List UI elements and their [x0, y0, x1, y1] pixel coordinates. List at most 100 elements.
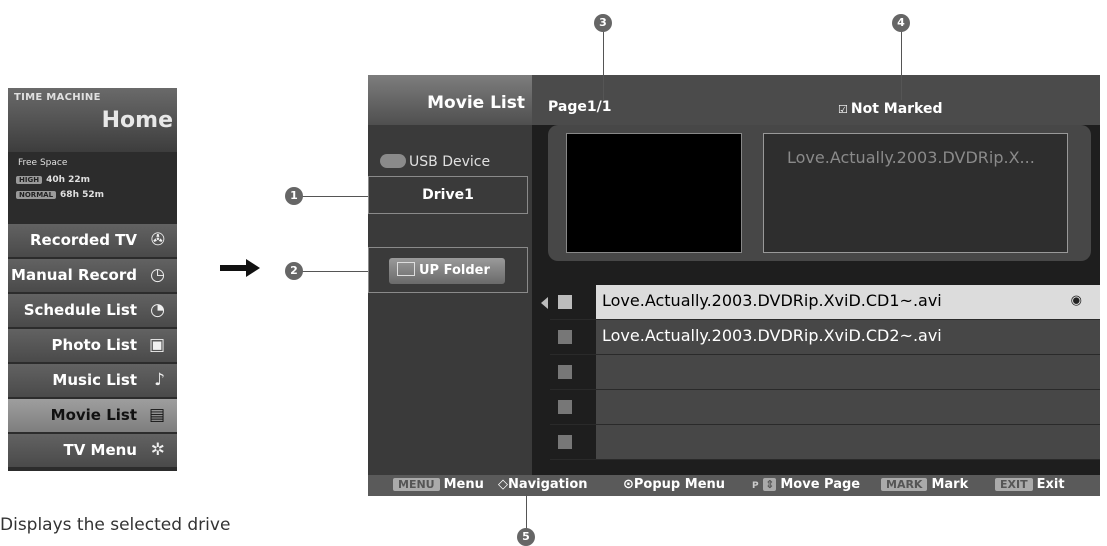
folder-up-icon [397, 262, 415, 276]
file-info-box: Love.Actually.2003.DVDRip.X... [763, 133, 1068, 253]
menu-item-manual-record[interactable]: Manual Record ◷ [8, 258, 177, 292]
selected-radio-icon: ◉ [1070, 293, 1082, 308]
mark-label: Mark [931, 477, 969, 492]
checkbox[interactable] [558, 295, 572, 309]
checkbox[interactable] [558, 365, 572, 379]
checkbox[interactable] [558, 435, 572, 449]
up-folder-area: UP Folder [368, 247, 528, 293]
page-indicator: Page1/1 [548, 99, 612, 115]
footer-navigation: ◇Navigation [498, 477, 588, 492]
movie-icon: ▤ [148, 405, 165, 425]
movie-list-title: Movie List [427, 93, 525, 113]
footer-move-page[interactable]: P ⇕ Move Page [752, 477, 860, 492]
menu-item-schedule-list[interactable]: Schedule List ◔ [8, 293, 177, 327]
free-space-normal: NORMAL 68h 52m [16, 190, 104, 200]
menu-item-label: Movie List [50, 406, 137, 424]
navigation-label: Navigation [508, 477, 588, 492]
callout-3: 3 [594, 14, 612, 32]
callout-5: 5 [517, 528, 535, 546]
callout-line [603, 30, 604, 100]
up-folder-button[interactable]: UP Folder [389, 258, 505, 284]
move-page-label: Move Page [780, 477, 861, 492]
right-arrow-icon [220, 259, 260, 277]
drive-selector[interactable]: Drive1 [368, 176, 528, 214]
usb-icon [380, 154, 406, 168]
mark-key: MARK [881, 478, 928, 491]
footer-menu[interactable]: MENU Menu [393, 477, 484, 492]
preview-panel: Love.Actually.2003.DVDRip.X... [548, 125, 1091, 261]
callout-line [901, 30, 902, 100]
content-top-bar: Page1/1 ☑ Not Marked [532, 75, 1100, 125]
gears-icon: ✲ [150, 440, 165, 460]
sidebar-header: Movie List [368, 75, 532, 125]
move-page-icon: ⇕ [763, 478, 777, 491]
time-machine-header: TIME MACHINE Home [8, 88, 177, 152]
file-row[interactable]: Love.Actually.2003.DVDRip.XviD.CD2~.avi [550, 320, 1100, 355]
menu-key: MENU [393, 478, 440, 491]
free-space-label: Free Space [18, 158, 68, 168]
footer-mark[interactable]: MARK Mark [881, 477, 968, 492]
checkbox[interactable] [558, 330, 572, 344]
callout-2: 2 [285, 262, 303, 280]
popup-icon: ⊙ [623, 477, 634, 492]
mark-status: ☑ Not Marked [838, 101, 943, 117]
normal-badge: NORMAL [16, 191, 57, 199]
file-name: Love.Actually.2003.DVDRip.XviD.CD2~.avi [596, 320, 1100, 354]
menu-label: Menu [443, 477, 484, 492]
film-reel-icon: ✇ [150, 230, 165, 250]
exit-label: Exit [1036, 477, 1065, 492]
schedule-icon: ◔ [150, 300, 165, 320]
menu-item-label: Manual Record [11, 266, 137, 284]
footer-exit[interactable]: EXIT Exit [995, 477, 1065, 492]
menu-item-label: TV Menu [63, 441, 137, 459]
file-row[interactable]: Love.Actually.2003.DVDRip.XviD.CD1~.avi … [550, 285, 1100, 320]
movie-list-content: Page1/1 ☑ Not Marked Love.Actually.2003.D… [532, 75, 1100, 475]
mark-status-text: Not Marked [850, 101, 943, 117]
time-machine-title: TIME MACHINE [14, 92, 101, 103]
file-row[interactable] [550, 355, 1100, 390]
selection-arrow-icon [541, 297, 548, 309]
callout-line [300, 271, 368, 272]
navigation-icon: ◇ [498, 477, 508, 492]
callout-line [300, 196, 368, 197]
menu-item-recorded-tv[interactable]: Recorded TV ✇ [8, 223, 177, 257]
photo-icon: ▣ [148, 335, 165, 355]
file-row[interactable] [550, 425, 1100, 460]
high-value: 40h 22m [46, 175, 91, 185]
menu-item-music-list[interactable]: Music List ♪ [8, 363, 177, 397]
menu-item-photo-list[interactable]: Photo List ▣ [8, 328, 177, 362]
callout-4: 4 [892, 14, 910, 32]
usb-device-label: USB Device [380, 154, 490, 170]
menu-item-label: Recorded TV [29, 231, 137, 249]
preview-title: Love.Actually.2003.DVDRip.X... [787, 148, 1035, 167]
menu-item-tv-menu[interactable]: TV Menu ✲ [8, 433, 177, 467]
checkbox[interactable] [558, 400, 572, 414]
high-badge: HIGH [16, 176, 43, 184]
p-label: P [752, 481, 759, 491]
menu-item-label: Music List [52, 371, 137, 389]
caption-text: Displays the selected drive [0, 515, 231, 535]
movie-list-screen: Movie List USB Device Drive1 UP Folder P… [368, 75, 1100, 496]
music-note-icon: ♪ [154, 370, 165, 390]
checkbox-icon: ☑ [838, 103, 848, 116]
clock-icon: ◷ [150, 265, 165, 285]
file-name [596, 425, 1100, 459]
footer-bar: MENU Menu ◇Navigation ⊙Popup Menu P ⇕ Move… [368, 475, 1100, 496]
file-name [596, 390, 1100, 424]
time-machine-menu: TIME MACHINE Home Free Space HIGH 40h 22m… [8, 88, 177, 471]
video-thumbnail [566, 133, 742, 253]
file-list: Love.Actually.2003.DVDRip.XviD.CD1~.avi … [550, 285, 1100, 460]
file-name: Love.Actually.2003.DVDRip.XviD.CD1~.avi [596, 285, 1100, 319]
usb-device-text: USB Device [409, 154, 491, 170]
exit-key: EXIT [995, 478, 1033, 491]
file-name [596, 355, 1100, 389]
free-space-high: HIGH 40h 22m [16, 175, 90, 185]
popup-label: Popup Menu [633, 477, 726, 492]
footer-popup-menu[interactable]: ⊙Popup Menu [623, 477, 725, 492]
home-title: Home [101, 108, 173, 133]
normal-value: 68h 52m [60, 190, 105, 200]
file-row[interactable] [550, 390, 1100, 425]
menu-item-movie-list[interactable]: Movie List ▤ [8, 398, 177, 432]
menu-item-label: Schedule List [23, 301, 137, 319]
callout-1: 1 [285, 187, 303, 205]
